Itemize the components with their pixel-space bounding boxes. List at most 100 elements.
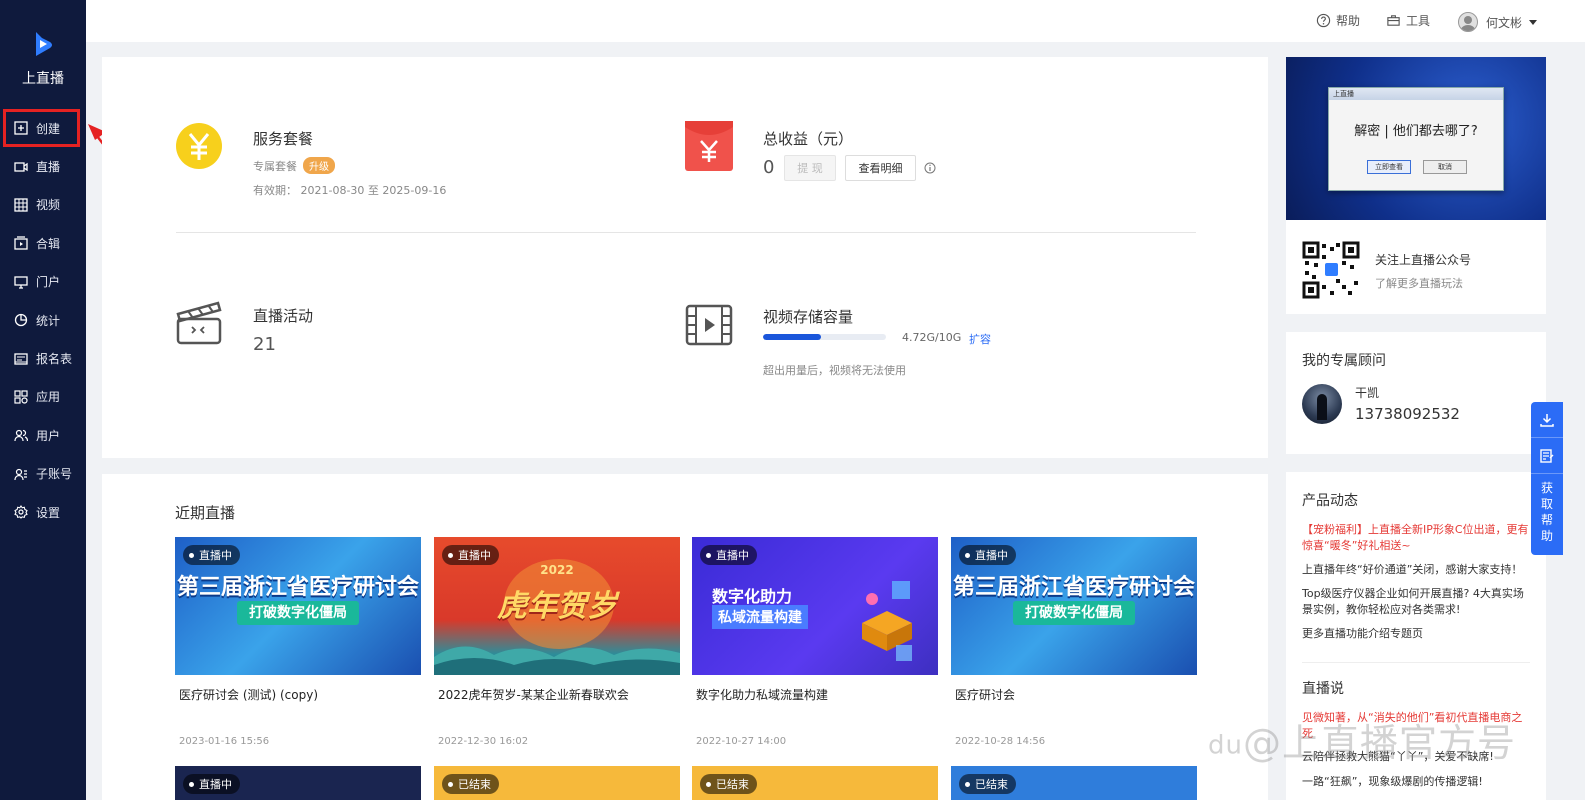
brand-name: 上直播 xyxy=(22,71,64,87)
film-storage-icon xyxy=(685,304,733,346)
thumbnail-headline: 第三届浙江省医疗研讨会 xyxy=(952,575,1195,600)
promo-dialog-title: 上直播 xyxy=(1329,88,1503,100)
pie-chart-icon xyxy=(14,313,28,327)
advisor-card: 我的专属顾问 干凯 13738092532 xyxy=(1286,332,1546,454)
storage-progress-fill xyxy=(763,334,822,340)
sidebar-item-sub-account[interactable]: 子账号 xyxy=(0,455,86,493)
status-badge: 直播中 xyxy=(959,545,1016,565)
gear-icon xyxy=(14,505,28,519)
watermark-text: @上直播官方号 xyxy=(1242,721,1516,765)
follow-title: 关注上直播公众号 xyxy=(1375,253,1472,267)
product-news-title: 产品动态 xyxy=(1302,493,1358,509)
red-envelope-icon xyxy=(685,121,733,171)
live-card[interactable]: 已结束 xyxy=(434,766,680,800)
film-icon xyxy=(14,198,28,212)
status-badge: 已结束 xyxy=(700,774,757,794)
live-card[interactable]: 第三届浙江省医疗研讨会 打破数字化僵局 直播中 医疗研讨会 2022-10-28… xyxy=(951,537,1197,760)
sidebar-item-label: 统计 xyxy=(36,313,61,328)
thumbnail-subtitle: 私域流量构建 xyxy=(712,605,808,629)
service-plan-row: 专属套餐 升级 xyxy=(253,157,335,174)
live-card[interactable]: 已结束 xyxy=(951,766,1197,800)
news-item[interactable]: 一路“狂飙”，现象级爆剧的传播逻辑! xyxy=(1302,774,1532,790)
sidebar-item-label: 门户 xyxy=(36,275,61,290)
help-link[interactable]: 帮助 xyxy=(1316,12,1360,29)
sidebar-item-apps[interactable]: 应用 xyxy=(0,378,86,416)
status-badge: 直播中 xyxy=(700,545,757,565)
withdraw-button[interactable]: 提 现 xyxy=(784,155,836,181)
document-edit-icon xyxy=(1540,448,1554,463)
sidebar-item-create[interactable]: 创建 xyxy=(3,109,80,148)
advisor-title: 我的专属顾问 xyxy=(1302,353,1386,369)
sidebar-item-label: 直播 xyxy=(36,160,61,175)
live-card[interactable]: 第三届浙江省医疗研讨会 打破数字化僵局 直播中 医疗研讨会 (测试) (copy… xyxy=(175,537,421,760)
news-item[interactable]: 【宠粉福利】上直播全新IP形象C位出道，更有惊喜“暖冬”好礼相送~ xyxy=(1302,522,1532,554)
sidebar-item-label: 子账号 xyxy=(36,467,73,482)
sidebar-item-label: 报名表 xyxy=(36,352,73,367)
sidebar-item-users[interactable]: 用户 xyxy=(0,416,86,454)
upgrade-badge[interactable]: 升级 xyxy=(303,157,335,174)
live-card[interactable]: 已结束 xyxy=(692,766,938,800)
promo-ok-button: 立即查看 xyxy=(1367,160,1411,174)
tools-label: 工具 xyxy=(1406,14,1431,28)
income-title: 总收益（元） xyxy=(763,130,854,148)
user-avatar xyxy=(1458,12,1478,32)
promo-banner[interactable]: 上直播 解密 | 他们都去哪了? 立即查看 取消 xyxy=(1286,57,1546,220)
storage-title: 视频存储容量 xyxy=(763,308,854,326)
service-plan: 专属套餐 xyxy=(253,159,297,173)
thumbnail-year: 2022 xyxy=(540,563,574,577)
news-item[interactable]: Top级医疗仪器企业如何开展直播? 4大真实场景实例，教你轻松应对各类需求! xyxy=(1302,586,1532,618)
collection-icon xyxy=(14,236,28,251)
thumbnail-subtitle: 打破数字化僵局 xyxy=(1013,601,1135,625)
sidebar-item-collection[interactable]: 合辑 xyxy=(0,224,86,262)
news-item[interactable]: 更多直播功能介绍专题页 xyxy=(1302,626,1532,642)
caret-down-icon xyxy=(1529,20,1538,25)
download-button[interactable] xyxy=(1531,402,1563,438)
divider xyxy=(176,232,1196,233)
live-thumbnail: 第三届浙江省医疗研讨会 打破数字化僵局 直播中 xyxy=(951,537,1197,675)
storage-progress xyxy=(763,334,886,340)
activity-value: 21 xyxy=(253,334,276,355)
info-icon[interactable] xyxy=(924,162,936,174)
follow-subtitle: 了解更多直播玩法 xyxy=(1375,277,1463,290)
monitor-icon xyxy=(14,276,28,289)
thumbnail-headline: 虎年贺岁 xyxy=(497,589,617,624)
sidebar-item-portal[interactable]: 门户 xyxy=(0,263,86,301)
live-card[interactable]: 2022 虎年贺岁 直播中 2022虎年贺岁-某某企业新春联欢会 2022-12… xyxy=(434,537,680,760)
apps-icon xyxy=(14,390,28,404)
tools-link[interactable]: 工具 xyxy=(1386,12,1430,29)
question-circle-icon xyxy=(1316,13,1331,28)
live-card[interactable]: 数字化助力 私域流量构建 直播中 数字化助力私域流量构建 2022-10-27 … xyxy=(692,537,938,760)
promo-dialog-text: 解密 | 他们都去哪了? xyxy=(1354,124,1478,139)
sidebar-item-label: 创建 xyxy=(36,121,61,136)
download-icon xyxy=(1540,413,1554,427)
advisor-phone: 13738092532 xyxy=(1355,405,1460,423)
live-card[interactable]: 直播中 xyxy=(175,766,421,800)
isometric-illustration xyxy=(862,581,912,661)
expand-link[interactable]: 扩容 xyxy=(969,331,991,347)
advisor-avatar xyxy=(1302,384,1342,424)
view-detail-button[interactable]: 查看明细 xyxy=(845,155,916,181)
qr-code-icon xyxy=(1302,241,1360,299)
users-icon xyxy=(14,430,28,442)
video-camera-icon xyxy=(14,161,28,172)
sidebar-item-live[interactable]: 直播 xyxy=(0,147,86,185)
sidebar-item-signup-form[interactable]: 报名表 xyxy=(0,339,86,377)
news-item[interactable]: 上直播年终“好价通道”关闭，感谢大家支持！ xyxy=(1302,562,1532,578)
yen-coin-icon xyxy=(176,123,222,169)
sidebar-item-stats[interactable]: 统计 xyxy=(0,301,86,339)
notes-button[interactable] xyxy=(1531,438,1563,474)
brand-logo[interactable]: 上直播 xyxy=(0,30,86,88)
floating-help-bar[interactable]: 获取帮助 xyxy=(1531,402,1563,555)
live-card-time: 2022-10-28 14:56 xyxy=(955,736,1046,747)
status-badge: 直播中 xyxy=(442,545,499,565)
advisor-name: 干凯 xyxy=(1355,386,1380,400)
brand-logo-icon xyxy=(36,32,52,56)
thumbnail-subtitle: 打破数字化僵局 xyxy=(237,601,359,625)
sidebar-item-video[interactable]: 视频 xyxy=(0,186,86,224)
thumbnail-headline: 第三届浙江省医疗研讨会 xyxy=(176,575,419,600)
service-validity: 有效期： 2021-08-30 至 2025-09-16 xyxy=(253,184,447,197)
status-badge: 直播中 xyxy=(183,774,240,794)
sidebar-item-settings[interactable]: 设置 xyxy=(0,493,86,531)
live-thumbnail: 2022 虎年贺岁 直播中 xyxy=(434,537,680,675)
user-menu[interactable]: 何文彬 xyxy=(1458,12,1543,32)
